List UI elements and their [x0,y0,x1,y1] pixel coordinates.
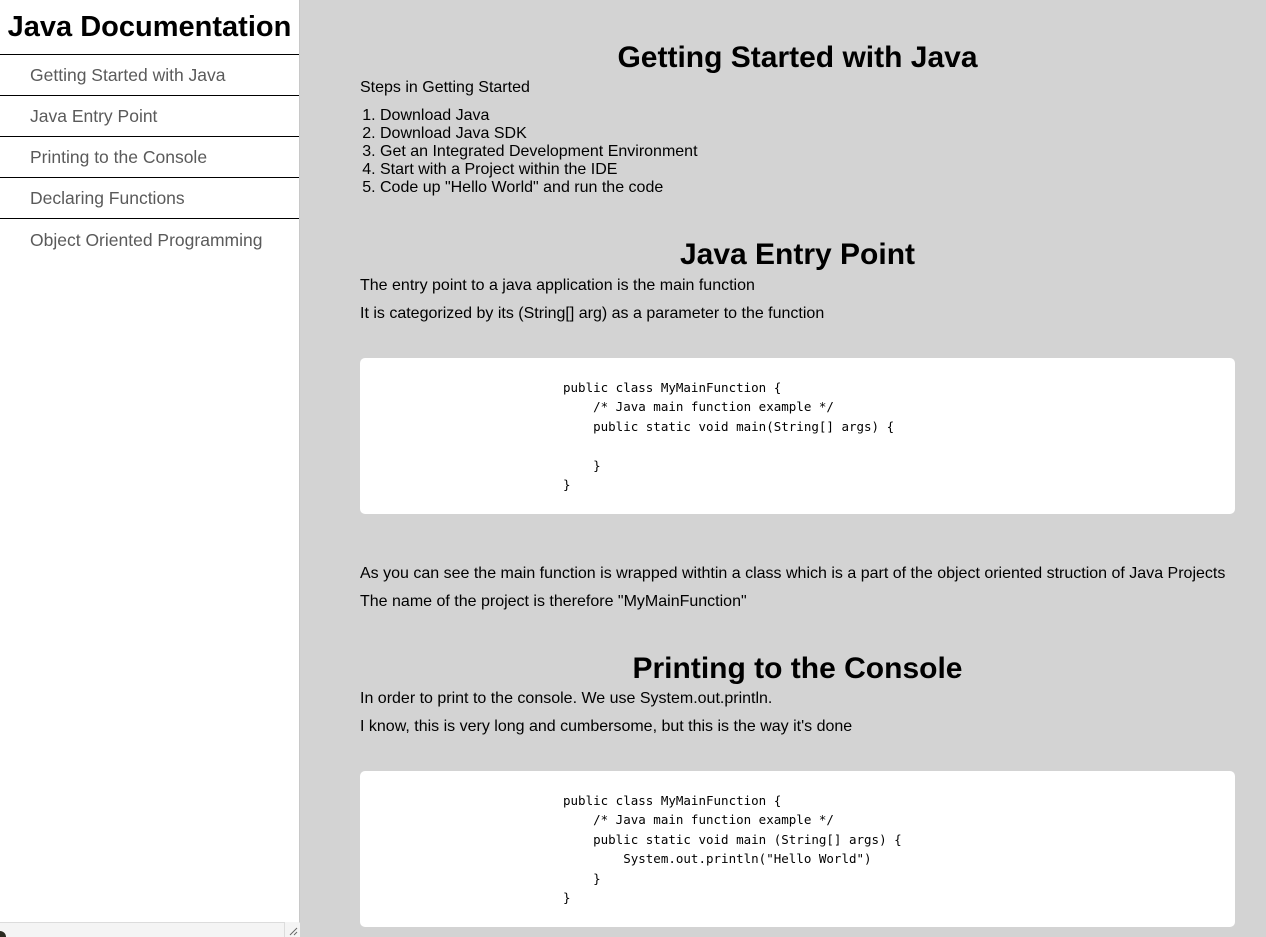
list-item: Download Java [380,107,1235,125]
section-paragraph: In order to print to the console. We use… [360,690,773,707]
section-java-entry-point: Java Entry Point The entry point to a ja… [360,197,1235,611]
main-content: Getting Started with Java Steps in Getti… [360,0,1235,927]
nav-list: Getting Started with Java Java Entry Poi… [0,54,299,260]
nav-link-java-entry-point[interactable]: Java Entry Point [0,95,299,136]
section-paragraph: As you can see the main function is wrap… [360,565,1226,582]
section-paragraph: The entry point to a java application is… [360,277,755,294]
resize-handle[interactable] [284,922,299,937]
section-title: Java Entry Point [679,238,916,271]
list-item: Start with a Project within the IDE [380,161,1235,179]
code-snippet: public class MyMainFunction { /* Java ma… [563,793,902,906]
section-paragraph: Steps in Getting Started [360,79,530,96]
sidebar-nav: Java Documentation Getting Started with … [0,0,300,937]
steps-list: Download Java Download Java SDK Get an I… [360,107,1235,197]
section-printing-to-console: Printing to the Console In order to prin… [360,611,1235,927]
list-item: Download Java SDK [380,125,1235,143]
nav-title: Java Documentation [7,11,292,43]
section-paragraph: It is categorized by its (String[] arg) … [360,305,825,322]
resize-grip-icon [289,927,298,936]
code-snippet: public class MyMainFunction { /* Java ma… [563,380,895,493]
nav-link-printing-to-console[interactable]: Printing to the Console [0,136,299,177]
list-item: Get an Integrated Development Environmen… [380,143,1235,161]
nav-link-getting-started[interactable]: Getting Started with Java [0,54,299,95]
nav-link-declaring-functions[interactable]: Declaring Functions [0,177,299,218]
list-item: Code up "Hello World" and run the code [380,179,1235,197]
section-paragraph: I know, this is very long and cumbersome… [360,718,853,735]
horizontal-scrollbar[interactable] [0,922,300,937]
nav-link-oop[interactable]: Object Oriented Programming [0,218,299,260]
section-paragraph: The name of the project is therefore "My… [360,593,747,610]
section-getting-started: Getting Started with Java Steps in Getti… [360,0,1235,197]
section-title: Printing to the Console [632,652,963,685]
code-block: public class MyMainFunction { /* Java ma… [360,358,1235,514]
section-title: Getting Started with Java [617,41,978,74]
code-block: public class MyMainFunction { /* Java ma… [360,771,1235,927]
